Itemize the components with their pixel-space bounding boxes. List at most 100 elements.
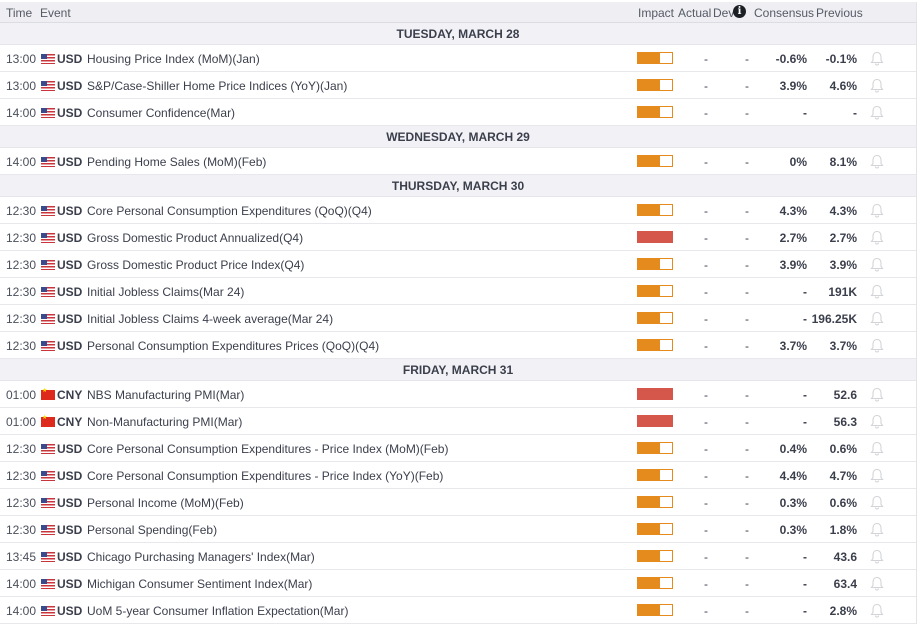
event-row[interactable]: 12:30 USD Core Personal Consumption Expe… [0,435,916,462]
event-row[interactable]: 12:30 USD Initial Jobless Claims(Mar 24)… [0,278,916,305]
event-time: 12:30 [6,496,37,510]
event-row[interactable]: 12:30 USD Personal Spending(Feb) - - 0.3… [0,516,916,543]
event-name[interactable]: Core Personal Consumption Expenditures -… [87,442,448,456]
event-row[interactable]: 12:30 USD Initial Jobless Claims 4-week … [0,305,916,332]
event-time: 13:00 [6,52,37,66]
event-row[interactable]: 13:45 USD Chicago Purchasing Managers' I… [0,543,916,570]
event-name[interactable]: Initial Jobless Claims(Mar 24) [87,285,244,299]
event-name[interactable]: Personal Spending(Feb) [87,523,217,537]
event-time: 12:30 [6,523,37,537]
event-row[interactable]: 01:00 CNY Non-Manufacturing PMI(Mar) - -… [0,408,916,435]
col-consensus[interactable]: Consensus [754,6,814,20]
actual-value: - [704,258,708,272]
col-event[interactable]: Event [40,6,71,20]
bell-icon[interactable] [870,387,884,402]
bell-icon[interactable] [870,576,884,591]
impact-medium-bar [637,469,673,481]
event-name[interactable]: Gross Domestic Product Annualized(Q4) [87,231,303,245]
bell-icon[interactable] [870,468,884,483]
info-icon[interactable]: i [733,5,746,18]
currency: USD [57,469,83,483]
event-row[interactable]: 12:30 USD Core Personal Consumption Expe… [0,197,916,224]
bell-icon[interactable] [870,203,884,218]
event-name[interactable]: Personal Consumption Expenditures Prices… [87,339,379,353]
bell-icon[interactable] [870,78,884,93]
deviation-value: - [745,442,749,456]
col-dev[interactable]: Dev [713,6,734,20]
event-name[interactable]: Gross Domestic Product Price Index(Q4) [87,258,304,272]
us-flag-icon [41,498,55,508]
event-row[interactable]: 13:00 USD S&P/Case-Shiller Home Price In… [0,72,916,99]
bell-icon[interactable] [870,495,884,510]
event-name[interactable]: Consumer Confidence(Mar) [87,106,235,120]
date-header: THURSDAY, MARCH 30 [0,175,916,197]
currency: USD [57,604,83,618]
event-row[interactable]: 12:30 USD Gross Domestic Product Annuali… [0,224,916,251]
event-row[interactable]: 12:30 USD Personal Consumption Expenditu… [0,332,916,359]
deviation-value: - [745,312,749,326]
previous-value: 4.6% [829,79,857,93]
deviation-value: - [745,496,749,510]
event-name[interactable]: Initial Jobless Claims 4-week average(Ma… [87,312,333,326]
previous-value: 196.25K [811,312,857,326]
event-name[interactable]: Pending Home Sales (MoM)(Feb) [87,155,266,169]
event-row[interactable]: 14:00 USD Michigan Consumer Sentiment In… [0,570,916,597]
event-name[interactable]: UoM 5-year Consumer Inflation Expectatio… [87,604,348,618]
event-row[interactable]: 13:00 USD Housing Price Index (MoM)(Jan)… [0,45,916,72]
currency: USD [57,258,83,272]
event-name[interactable]: Personal Income (MoM)(Feb) [87,496,244,510]
bell-icon[interactable] [870,257,884,272]
event-name[interactable]: S&P/Case-Shiller Home Price Indices (YoY… [87,79,347,93]
event-name[interactable]: Core Personal Consumption Expenditures (… [87,204,372,218]
bell-icon[interactable] [870,549,884,564]
event-row[interactable]: 12:30 USD Gross Domestic Product Price I… [0,251,916,278]
us-flag-icon [41,314,55,324]
actual-value: - [704,469,708,483]
col-actual[interactable]: Actual [678,6,711,20]
date-header: WEDNESDAY, MARCH 29 [0,126,916,148]
bell-icon[interactable] [870,441,884,456]
event-name[interactable]: Chicago Purchasing Managers' Index(Mar) [87,550,315,564]
event-time: 14:00 [6,577,37,591]
col-time[interactable]: Time [6,6,32,20]
china-flag-icon [41,387,55,400]
bell-icon[interactable] [870,414,884,429]
event-row[interactable]: 12:30 USD Personal Income (MoM)(Feb) - -… [0,489,916,516]
event-name[interactable]: Housing Price Index (MoM)(Jan) [87,52,260,66]
actual-value: - [704,339,708,353]
event-time: 01:00 [6,415,37,429]
bell-icon[interactable] [870,522,884,537]
event-row[interactable]: 14:00 USD Pending Home Sales (MoM)(Feb) … [0,148,916,175]
event-row[interactable]: 14:00 USD Consumer Confidence(Mar) - - -… [0,99,916,126]
event-time: 12:30 [6,258,37,272]
bell-icon[interactable] [870,154,884,169]
consensus-value: - [803,388,807,402]
col-previous[interactable]: Previous [816,6,863,20]
us-flag-icon [41,54,55,64]
event-row[interactable]: 14:00 USD UoM 5-year Consumer Inflation … [0,597,916,624]
bell-icon[interactable] [870,603,884,618]
impact-high-bar [637,231,673,243]
col-impact[interactable]: Impact [638,6,674,20]
us-flag-icon [41,341,55,351]
event-row[interactable]: 12:30 USD Core Personal Consumption Expe… [0,462,916,489]
bell-icon[interactable] [870,311,884,326]
bell-icon[interactable] [870,51,884,66]
bell-icon[interactable] [870,105,884,120]
bell-icon[interactable] [870,338,884,353]
event-name[interactable]: Michigan Consumer Sentiment Index(Mar) [87,577,312,591]
previous-value: 0.6% [829,442,857,456]
event-name[interactable]: Core Personal Consumption Expenditures -… [87,469,443,483]
event-name[interactable]: Non-Manufacturing PMI(Mar) [87,415,242,429]
event-name[interactable]: NBS Manufacturing PMI(Mar) [87,388,244,402]
consensus-value: 2.7% [779,231,807,245]
bell-icon[interactable] [870,230,884,245]
deviation-value: - [745,577,749,591]
deviation-value: - [745,604,749,618]
deviation-value: - [745,550,749,564]
bell-icon[interactable] [870,284,884,299]
event-row[interactable]: 01:00 CNY NBS Manufacturing PMI(Mar) - -… [0,381,916,408]
currency: USD [57,52,83,66]
us-flag-icon [41,471,55,481]
us-flag-icon [41,525,55,535]
